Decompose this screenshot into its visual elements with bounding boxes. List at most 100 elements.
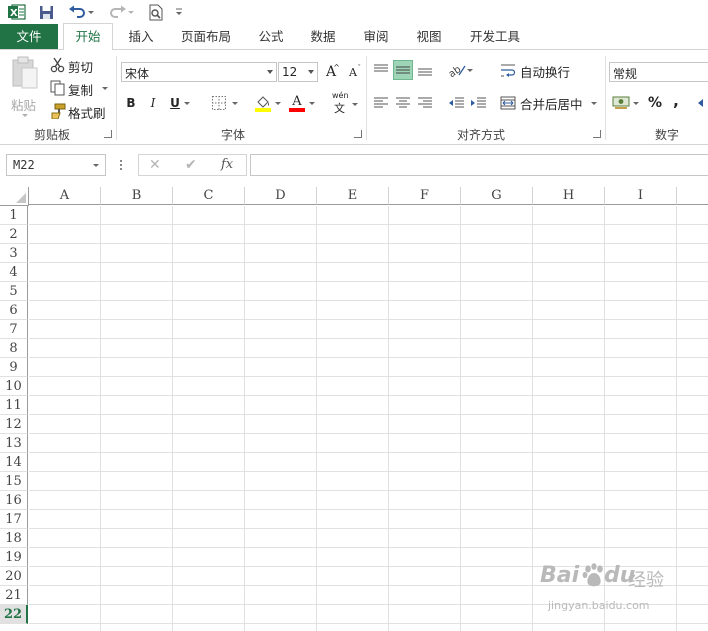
align-top-button[interactable]: [371, 60, 391, 80]
enter-icon[interactable]: ✔: [185, 157, 197, 173]
row-header[interactable]: 10: [0, 377, 28, 396]
bold-button[interactable]: B: [121, 93, 141, 113]
align-left-icon: [374, 97, 388, 108]
row-header[interactable]: 14: [0, 453, 28, 472]
print-preview-icon[interactable]: [146, 2, 166, 22]
shrink-font-button[interactable]: Aˇ: [343, 62, 363, 82]
undo-button[interactable]: [66, 2, 96, 22]
column-header-a[interactable]: A: [29, 187, 101, 205]
column-header-e[interactable]: E: [317, 187, 389, 205]
phonetic-guide-button[interactable]: wén 文: [328, 91, 360, 115]
paste-button[interactable]: 粘贴: [8, 56, 42, 120]
baidu-jingyan-watermark: Bai du 经验 jingyan.baidu.com: [540, 563, 668, 623]
row-header[interactable]: 12: [0, 415, 28, 434]
row-header[interactable]: 9: [0, 358, 28, 377]
merge-center-button[interactable]: 合并后居中: [500, 93, 600, 113]
row-header[interactable]: 11: [0, 396, 28, 415]
cancel-icon[interactable]: ✕: [149, 157, 161, 173]
align-right-button[interactable]: [415, 93, 435, 113]
row-header[interactable]: 18: [0, 529, 28, 548]
format-painter-button[interactable]: 格式刷: [48, 101, 108, 121]
row-header[interactable]: 6: [0, 301, 28, 320]
clipboard-launcher-icon[interactable]: [104, 130, 112, 138]
copy-label: 复制: [68, 83, 94, 98]
borders-button[interactable]: [206, 93, 242, 113]
column-header-b[interactable]: B: [101, 187, 173, 205]
font-launcher-icon[interactable]: [354, 130, 362, 138]
merge-center-icon: [500, 96, 516, 110]
increase-decimal-icon: [698, 99, 703, 107]
row-header[interactable]: 4: [0, 263, 28, 282]
increase-decimal-button[interactable]: [696, 93, 708, 113]
decrease-indent-button[interactable]: [446, 93, 466, 113]
tab-home[interactable]: 开始: [63, 23, 113, 51]
font-size-combo[interactable]: 12: [278, 62, 318, 82]
row-header[interactable]: 17: [0, 510, 28, 529]
tab-view[interactable]: 视图: [406, 24, 452, 49]
align-left-button[interactable]: [371, 93, 391, 113]
tab-formulas[interactable]: 公式: [248, 24, 294, 49]
insert-function-button[interactable]: fx: [221, 157, 233, 172]
name-box[interactable]: M22: [6, 154, 106, 176]
row-header[interactable]: 1: [0, 206, 28, 225]
column-header-d[interactable]: D: [245, 187, 317, 205]
redo-button[interactable]: [106, 2, 136, 22]
currency-format-button[interactable]: [610, 93, 642, 113]
align-bottom-button[interactable]: [415, 60, 435, 80]
number-format-combo[interactable]: 常规: [609, 62, 708, 82]
font-name-combo[interactable]: 宋体: [121, 62, 277, 82]
column-header-c[interactable]: C: [173, 187, 245, 205]
tab-data[interactable]: 数据: [300, 24, 346, 49]
copy-button[interactable]: 复制: [48, 78, 110, 98]
wrap-text-button[interactable]: 自动换行: [500, 61, 572, 81]
undo-icon: [69, 5, 94, 18]
borders-icon: [212, 96, 226, 110]
italic-button[interactable]: I: [143, 93, 163, 113]
align-bottom-icon: [418, 68, 432, 76]
chevron-down-icon: [93, 164, 99, 167]
align-center-button[interactable]: [393, 93, 413, 113]
increase-indent-button[interactable]: [468, 93, 488, 113]
caret-down-icon: ˇ: [357, 64, 362, 72]
row-header[interactable]: 5: [0, 282, 28, 301]
row-header-selected[interactable]: 22: [0, 605, 28, 624]
column-header-g[interactable]: G: [461, 187, 533, 205]
save-icon[interactable]: [36, 2, 56, 22]
tab-insert[interactable]: 插入: [117, 24, 165, 49]
excel-logo-icon: X: [6, 2, 28, 22]
grow-font-button[interactable]: A ^: [321, 62, 341, 82]
orientation-button[interactable]: ab: [446, 60, 476, 80]
cut-button[interactable]: 剪切: [48, 55, 98, 75]
row-header[interactable]: 13: [0, 434, 28, 453]
comma-style-button[interactable]: ,: [666, 91, 686, 111]
column-header-partial[interactable]: [677, 187, 708, 205]
currency-icon: [612, 96, 630, 109]
fill-color-button[interactable]: [252, 93, 284, 113]
row-header[interactable]: 16: [0, 491, 28, 510]
align-middle-button[interactable]: [393, 60, 413, 80]
customize-qat-icon[interactable]: [172, 2, 186, 22]
percent-style-button[interactable]: %: [645, 93, 665, 113]
tab-review[interactable]: 审阅: [353, 24, 399, 49]
select-all-button[interactable]: [0, 187, 29, 206]
row-header[interactable]: 8: [0, 339, 28, 358]
underline-button[interactable]: U: [165, 93, 193, 113]
row-header[interactable]: 7: [0, 320, 28, 339]
format-painter-label: 格式刷: [68, 106, 106, 121]
column-header-f[interactable]: F: [389, 187, 461, 205]
row-header[interactable]: 19: [0, 548, 28, 567]
tab-file[interactable]: 文件: [0, 24, 58, 49]
row-header[interactable]: 21: [0, 586, 28, 605]
tab-page-layout[interactable]: 页面布局: [172, 24, 240, 49]
formula-input[interactable]: [250, 154, 708, 176]
row-header[interactable]: 2: [0, 225, 28, 244]
formula-bar-grip-icon[interactable]: [118, 157, 124, 173]
tab-developer[interactable]: 开发工具: [462, 24, 528, 49]
row-header[interactable]: 3: [0, 244, 28, 263]
column-header-h[interactable]: H: [533, 187, 605, 205]
alignment-launcher-icon[interactable]: [593, 130, 601, 138]
row-header[interactable]: 20: [0, 567, 28, 586]
font-color-button[interactable]: A: [285, 93, 319, 113]
row-header[interactable]: 15: [0, 472, 28, 491]
column-header-i[interactable]: I: [605, 187, 677, 205]
